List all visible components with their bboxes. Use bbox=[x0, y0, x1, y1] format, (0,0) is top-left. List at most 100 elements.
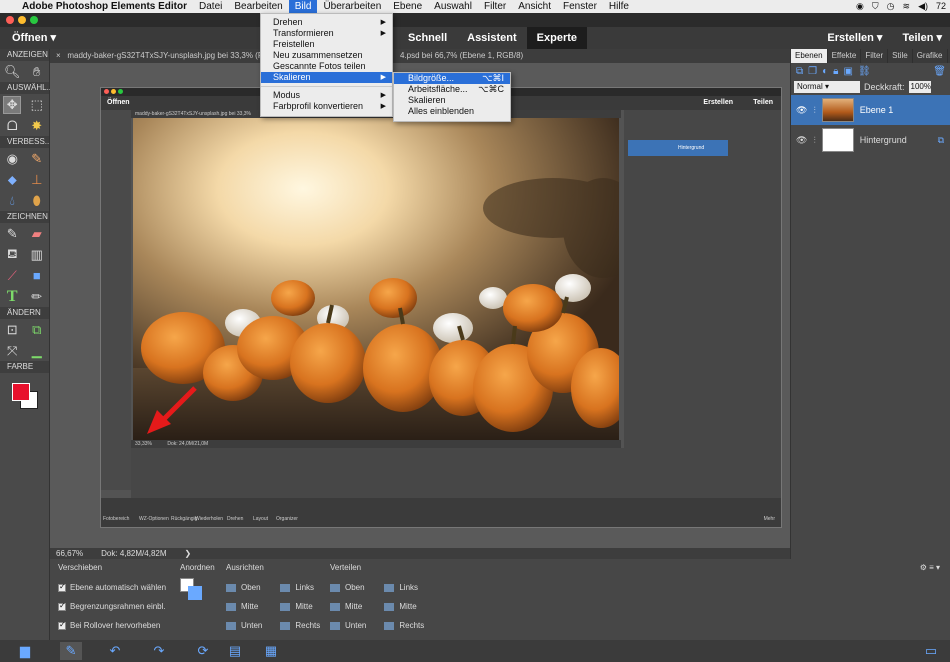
menu-bild[interactable]: Bild bbox=[288, 0, 318, 13]
wifi-icon[interactable]: ≋ bbox=[903, 1, 911, 12]
delete-layer-icon[interactable]: 🗑︎ bbox=[933, 66, 946, 77]
distribute-top[interactable]: Oben bbox=[330, 578, 366, 597]
menu-item-skalieren[interactable]: Skalieren ▶ bbox=[261, 72, 392, 83]
sponge-tool-icon[interactable]: ⬮ bbox=[28, 192, 46, 210]
new-layer-icon[interactable]: ⧉ bbox=[796, 66, 803, 77]
link-chain-icon[interactable]: ⫶ bbox=[813, 135, 815, 146]
zoom-tool-icon[interactable]: 🔍︎ bbox=[3, 63, 21, 81]
photo-bin-icon[interactable]: ▆ bbox=[14, 642, 36, 660]
marquee-tool-icon[interactable]: ⬚ bbox=[28, 96, 46, 114]
rotate-icon[interactable]: ⟳ bbox=[192, 642, 214, 660]
menu-item-gescannte-fotos[interactable]: Gescannte Fotos teilen bbox=[261, 61, 392, 72]
tab-effekte[interactable]: Effekte bbox=[828, 49, 862, 63]
lasso-tool-icon[interactable]: ᗝ bbox=[3, 117, 21, 135]
paint-bucket-icon[interactable]: ⛾ bbox=[3, 246, 21, 264]
distribute-middle[interactable]: Mitte bbox=[330, 597, 366, 616]
tab-assistent[interactable]: Assistent bbox=[457, 27, 527, 49]
sharpen-tool-icon[interactable]: ⬥ bbox=[3, 171, 21, 189]
link-icon[interactable]: ⛓ bbox=[858, 66, 871, 77]
link-chain-icon[interactable]: ⫶ bbox=[813, 105, 815, 116]
layer-row-hintergrund[interactable]: 👁︎ ⫶ Hintergrund ⧉ bbox=[791, 125, 950, 155]
text-tool-icon[interactable]: T bbox=[3, 288, 21, 306]
tool-options-icon[interactable]: ✎ bbox=[60, 642, 82, 660]
move-tool-icon[interactable]: ✥ bbox=[3, 95, 22, 114]
zoom-window-icon[interactable] bbox=[30, 16, 38, 24]
menu-item-transformieren[interactable]: Transformieren ▶ bbox=[261, 28, 392, 39]
align-middle[interactable]: Mitte bbox=[226, 597, 262, 616]
menu-fenster[interactable]: Fenster bbox=[557, 0, 603, 13]
minimize-window-icon[interactable] bbox=[18, 16, 26, 24]
close-window-icon[interactable] bbox=[6, 16, 14, 24]
gradient-tool-icon[interactable]: ▥ bbox=[28, 246, 46, 264]
crop-tool-icon[interactable]: ⊡ bbox=[3, 321, 21, 339]
lock-icon[interactable]: 🔒︎ bbox=[833, 66, 838, 77]
magic-wand-icon[interactable]: ✸ bbox=[28, 117, 46, 135]
menu-filter[interactable]: Filter bbox=[478, 0, 512, 13]
foreground-color-swatch[interactable] bbox=[12, 383, 30, 401]
close-tab-icon[interactable]: × bbox=[56, 51, 61, 60]
pencil-tool-icon[interactable]: ✏︎ bbox=[28, 288, 46, 306]
options-menu-icon[interactable]: ⚙ ≡ ▾ bbox=[920, 563, 940, 572]
distribute-right[interactable]: Rechts bbox=[384, 616, 424, 635]
align-right[interactable]: Rechts bbox=[280, 616, 320, 635]
hand-tool-icon[interactable]: ✋︎ bbox=[28, 63, 46, 81]
blend-mode-select[interactable]: Normal ▾ bbox=[794, 81, 860, 93]
spot-heal-icon[interactable]: ✎ bbox=[28, 150, 46, 168]
tab-grafiken[interactable]: Grafike bbox=[913, 49, 948, 63]
document-tab[interactable]: × maddy-baker-gS32T4TxSJY-unsplash.jpg b… bbox=[50, 49, 790, 63]
eraser-tool-icon[interactable]: ▰ bbox=[28, 225, 46, 243]
undo-icon[interactable]: ↶ bbox=[104, 642, 126, 660]
zoom-level[interactable]: 66,67% bbox=[56, 549, 83, 558]
menu-datei[interactable]: Datei bbox=[193, 0, 228, 13]
distribute-center[interactable]: Mitte bbox=[384, 597, 424, 616]
align-left[interactable]: Links bbox=[280, 578, 320, 597]
canvas-area[interactable]: Öffnen Erstellen Teilen maddy-baker-gS32… bbox=[50, 63, 790, 548]
eye-tool-icon[interactable]: ◉ bbox=[3, 150, 21, 168]
opacity-input[interactable]: 100% bbox=[908, 81, 931, 93]
menu-bearbeiten[interactable]: Bearbeiten bbox=[228, 0, 288, 13]
align-center[interactable]: Mitte bbox=[280, 597, 320, 616]
shape-tool-icon[interactable]: ■ bbox=[28, 267, 46, 285]
layer-lock-icon[interactable]: ⧉ bbox=[938, 135, 944, 146]
tab-stile[interactable]: Stile bbox=[888, 49, 913, 63]
distribute-left[interactable]: Links bbox=[384, 578, 424, 597]
menu-item-alles-einblenden[interactable]: Alles einblenden bbox=[394, 106, 510, 117]
menu-ebene[interactable]: Ebene bbox=[387, 0, 428, 13]
organizer-icon[interactable]: ▦ bbox=[260, 642, 282, 660]
recompose-tool-icon[interactable]: ⧉ bbox=[28, 321, 46, 339]
menu-auswahl[interactable]: Auswahl bbox=[428, 0, 478, 13]
distribute-bottom[interactable]: Unten bbox=[330, 616, 366, 635]
arrange-icon[interactable] bbox=[180, 578, 206, 600]
align-bottom[interactable]: Unten bbox=[226, 616, 262, 635]
menu-item-neu-zusammensetzen[interactable]: Neu zusammensetzen bbox=[261, 50, 392, 61]
share-button[interactable]: Teilen ▾ bbox=[902, 31, 942, 44]
content-move-icon[interactable]: ⤧ bbox=[3, 342, 21, 360]
tab-filter[interactable]: Filter bbox=[861, 49, 889, 63]
menu-ueberarbeiten[interactable]: Überarbeiten bbox=[317, 0, 387, 13]
menu-item-modus[interactable]: Modus ▶ bbox=[261, 90, 392, 101]
more-icon[interactable]: ▭ bbox=[920, 642, 942, 660]
app-name[interactable]: Adobe Photoshop Elements Editor bbox=[18, 1, 193, 12]
layout-icon[interactable]: ▤ bbox=[224, 642, 246, 660]
visibility-eye-icon[interactable]: 👁︎ bbox=[796, 105, 807, 116]
blur-tool-icon[interactable]: 💧︎ bbox=[3, 192, 21, 210]
menu-ansicht[interactable]: Ansicht bbox=[512, 0, 557, 13]
clock-icon[interactable]: ◷ bbox=[887, 1, 895, 12]
checkbox-bounding-box[interactable]: Begrenzungsrahmen einbl. bbox=[58, 597, 166, 616]
shield-icon[interactable]: ⛉ bbox=[872, 1, 879, 12]
document-canvas-image[interactable]: Öffnen Erstellen Teilen maddy-baker-gS32… bbox=[100, 87, 782, 528]
checkbox-rollover[interactable]: Bei Rollover hervorheben bbox=[58, 616, 166, 635]
creative-cloud-icon[interactable]: ◉ bbox=[856, 1, 864, 12]
menu-hilfe[interactable]: Hilfe bbox=[603, 0, 635, 13]
layer-row-ebene-1[interactable]: 👁︎ ⫶ Ebene 1 bbox=[791, 95, 950, 125]
redo-icon[interactable]: ↷ bbox=[148, 642, 170, 660]
menu-item-freistellen[interactable]: Freistellen bbox=[261, 39, 392, 50]
menu-item-arbeitsflaeche[interactable]: Arbeitsfläche... ⌥⌘C bbox=[394, 84, 510, 95]
menu-item-drehen[interactable]: Drehen ▶ bbox=[261, 17, 392, 28]
menu-item-bildgroesse[interactable]: Bildgröße... ⌥⌘I bbox=[394, 73, 510, 84]
adjustment-layer-icon[interactable]: ◐ bbox=[822, 66, 828, 77]
align-top[interactable]: Oben bbox=[226, 578, 262, 597]
tab-experte[interactable]: Experte bbox=[526, 27, 588, 49]
tab-ebenen[interactable]: Ebenen bbox=[791, 49, 828, 63]
menu-item-skalieren-sub[interactable]: Skalieren bbox=[394, 95, 510, 106]
